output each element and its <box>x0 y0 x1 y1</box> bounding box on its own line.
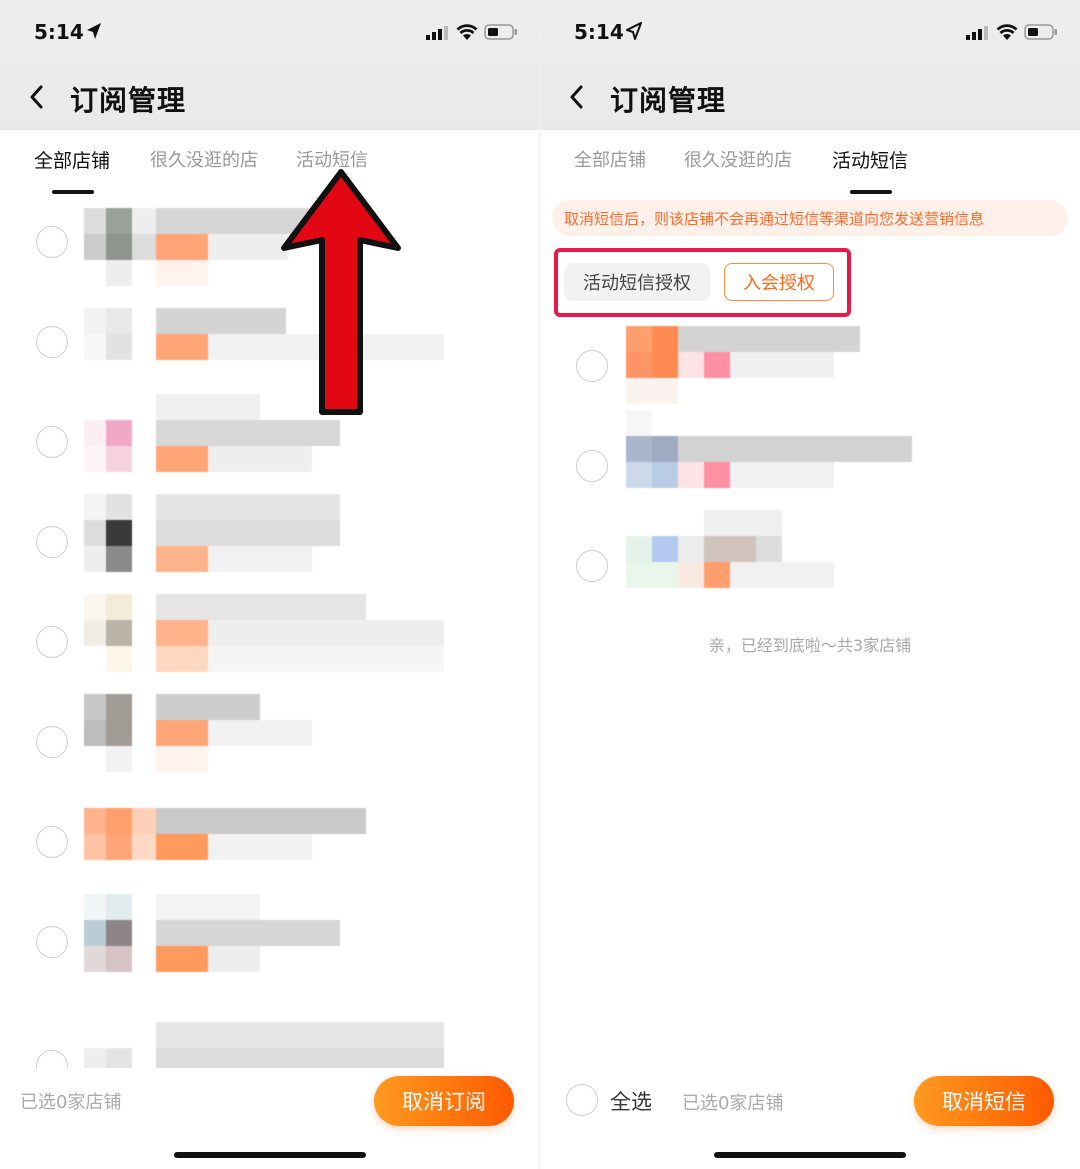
blurred-store-info <box>626 410 986 512</box>
list-item <box>540 510 1080 624</box>
row-checkbox[interactable] <box>36 726 68 758</box>
tab-long-unvisited[interactable]: 很久没逛的店 <box>684 146 792 172</box>
selected-count: 已选0家店铺 <box>682 1093 784 1114</box>
row-checkbox[interactable] <box>36 826 68 858</box>
blurred-store-info <box>84 494 444 588</box>
cancel-subscription-button[interactable]: 取消订阅 <box>374 1076 514 1126</box>
tab-long-unvisited[interactable]: 很久没逛的店 <box>150 146 258 172</box>
tab-bar: 全部店铺 很久没逛的店 活动短信 <box>0 146 539 194</box>
list-item <box>0 208 539 300</box>
row-checkbox[interactable] <box>36 426 68 458</box>
battery-icon <box>484 24 517 40</box>
home-indicator <box>174 1152 366 1158</box>
blurred-store-info <box>84 594 444 688</box>
selected-count: 已选0家店铺 <box>20 1092 122 1113</box>
wifi-icon <box>996 24 1018 40</box>
cancel-sms-button[interactable]: 取消短信 <box>914 1076 1054 1126</box>
blurred-store-info <box>84 694 444 788</box>
left-screen: 5:14 订阅管理 全部店铺 很久没逛的店 活动短信 已选0家店铺 取消订阅 <box>0 0 540 1169</box>
location-arrow-icon <box>626 22 642 40</box>
cellular-signal-icon <box>966 26 988 40</box>
back-chevron-icon[interactable] <box>26 82 50 112</box>
row-checkbox[interactable] <box>36 526 68 558</box>
page-title: 订阅管理 <box>70 84 187 117</box>
blurred-store-info <box>84 808 444 888</box>
wifi-icon <box>456 24 478 40</box>
tab-all-stores[interactable]: 全部店铺 <box>574 146 646 172</box>
blurred-store-info <box>626 326 986 412</box>
list-item <box>0 808 539 900</box>
title-bar: 订阅管理 <box>0 72 539 122</box>
status-bar: 5:14 <box>0 14 539 54</box>
list-item <box>0 1008 539 1068</box>
row-checkbox[interactable] <box>36 326 68 358</box>
content-sheet: 全部店铺 很久没逛的店 活动短信 取消短信后，则该店铺不会再通过短信等渠道向您发… <box>540 132 1080 1169</box>
active-tab-indicator <box>52 190 94 194</box>
battery-icon <box>1024 24 1057 40</box>
row-checkbox[interactable] <box>36 1050 68 1068</box>
tab-activity-sms[interactable]: 活动短信 <box>832 146 908 173</box>
blurred-store-info <box>84 394 444 488</box>
list-item <box>0 394 539 500</box>
tab-all-stores[interactable]: 全部店铺 <box>34 146 110 173</box>
home-indicator <box>714 1152 906 1158</box>
end-of-list-text: 亲，已经到底啦～共3家店铺 <box>708 636 912 655</box>
tab-bar: 全部店铺 很久没逛的店 活动短信 <box>540 146 1080 194</box>
activity-sms-auth-filter[interactable]: 活动短信授权 <box>564 263 710 301</box>
row-checkbox[interactable] <box>36 626 68 658</box>
list-item <box>0 308 539 400</box>
select-all-checkbox[interactable] <box>566 1084 598 1116</box>
back-chevron-icon[interactable] <box>566 82 590 112</box>
row-checkbox[interactable] <box>576 550 608 582</box>
list-item <box>540 326 1080 424</box>
select-all-label[interactable]: 全选 <box>610 1086 652 1116</box>
list-item <box>0 694 539 800</box>
status-time: 5:14 <box>574 20 624 44</box>
location-arrow-icon <box>87 23 101 39</box>
active-tab-indicator <box>850 190 892 194</box>
right-screen: 5:14 订阅管理 全部店铺 很久没逛的店 活动短信 取消短信后，则该店铺不会再… <box>540 0 1080 1169</box>
list-item <box>0 894 539 1000</box>
row-checkbox[interactable] <box>36 226 68 258</box>
page-title: 订阅管理 <box>610 84 727 117</box>
blurred-store-info <box>84 1008 444 1068</box>
blurred-store-info <box>626 510 986 612</box>
title-bar: 订阅管理 <box>540 72 1080 122</box>
status-time: 5:14 <box>34 20 84 44</box>
content-sheet: 全部店铺 很久没逛的店 活动短信 <box>0 132 539 1169</box>
cellular-signal-icon <box>426 26 448 40</box>
row-checkbox[interactable] <box>36 926 68 958</box>
list-item <box>0 594 539 700</box>
status-bar: 5:14 <box>540 14 1080 54</box>
row-checkbox[interactable] <box>576 350 608 382</box>
list-item <box>540 410 1080 524</box>
row-checkbox[interactable] <box>576 450 608 482</box>
membership-auth-filter[interactable]: 入会授权 <box>724 263 834 301</box>
sms-cancel-notice: 取消短信后，则该店铺不会再通过短信等渠道向您发送营销信息 <box>552 200 1068 236</box>
blurred-store-info <box>84 894 444 988</box>
red-up-arrow-annotation <box>281 169 401 415</box>
list-item <box>0 494 539 600</box>
